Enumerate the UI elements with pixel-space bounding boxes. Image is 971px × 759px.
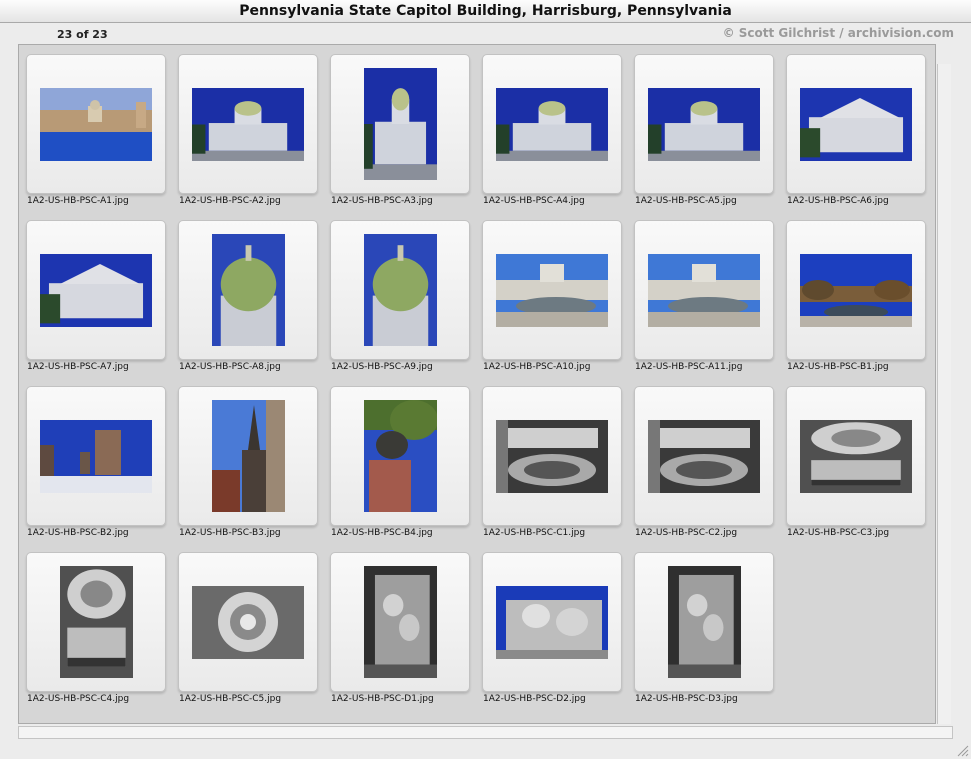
thumbnail-filename: 1A2-US-HB-PSC-C2.jpg: [635, 528, 738, 538]
thumbnail-image[interactable]: [648, 87, 760, 161]
thumbnail-image[interactable]: [496, 419, 608, 493]
thumbnail-item[interactable]: 1A2-US-HB-PSC-C2.jpg: [627, 377, 774, 538]
thumbnail-card[interactable]: [482, 54, 622, 194]
thumbnail-card[interactable]: [178, 552, 318, 692]
thumbnail-filename: 1A2-US-HB-PSC-A7.jpg: [27, 362, 129, 372]
thumbnail-card[interactable]: [330, 54, 470, 194]
thumbnail-filename: 1A2-US-HB-PSC-A9.jpg: [331, 362, 433, 372]
thumbnail-item[interactable]: 1A2-US-HB-PSC-C4.jpg: [19, 543, 166, 704]
thumbnail-filename: 1A2-US-HB-PSC-A2.jpg: [179, 196, 281, 206]
thumbnail-card[interactable]: [482, 386, 622, 526]
thumbnail-card[interactable]: [178, 220, 318, 360]
thumbnail-item[interactable]: 1A2-US-HB-PSC-D3.jpg: [627, 543, 774, 704]
thumbnail-item[interactable]: 1A2-US-HB-PSC-A4.jpg: [475, 45, 622, 206]
thumbnail-filename: 1A2-US-HB-PSC-B1.jpg: [787, 362, 889, 372]
thumbnail-filename: 1A2-US-HB-PSC-C3.jpg: [787, 528, 890, 538]
thumbnail-card[interactable]: [26, 552, 166, 692]
copyright-credit: © Scott Gilchrist / archivision.com: [722, 26, 954, 40]
thumbnail-image[interactable]: [496, 253, 608, 327]
thumbnail-filename: 1A2-US-HB-PSC-B4.jpg: [331, 528, 433, 538]
thumbnail-item[interactable]: 1A2-US-HB-PSC-A10.jpg: [475, 211, 622, 372]
thumbnail-image[interactable]: [363, 234, 437, 346]
image-count: 23 of 23: [57, 28, 108, 41]
thumbnail-image[interactable]: [211, 234, 285, 346]
thumbnail-image[interactable]: [192, 585, 304, 659]
thumbnail-item[interactable]: 1A2-US-HB-PSC-A8.jpg: [171, 211, 318, 372]
thumbnail-filename: 1A2-US-HB-PSC-A1.jpg: [27, 196, 129, 206]
thumbnail-card[interactable]: [26, 386, 166, 526]
thumbnail-item[interactable]: 1A2-US-HB-PSC-A3.jpg: [323, 45, 470, 206]
thumbnail-item[interactable]: 1A2-US-HB-PSC-C3.jpg: [779, 377, 926, 538]
thumbnail-card[interactable]: [330, 552, 470, 692]
thumbnail-image[interactable]: [59, 566, 133, 678]
thumbnail-item[interactable]: 1A2-US-HB-PSC-C1.jpg: [475, 377, 622, 538]
resize-grip-icon[interactable]: [955, 743, 969, 757]
thumbnail-card[interactable]: [482, 552, 622, 692]
thumbnail-image[interactable]: [648, 419, 760, 493]
thumbnail-item[interactable]: 1A2-US-HB-PSC-A9.jpg: [323, 211, 470, 372]
thumbnail-filename: 1A2-US-HB-PSC-C4.jpg: [27, 694, 130, 704]
thumbnail-image[interactable]: [800, 87, 912, 161]
thumbnail-item[interactable]: 1A2-US-HB-PSC-A2.jpg: [171, 45, 318, 206]
thumbnail-filename: 1A2-US-HB-PSC-B3.jpg: [179, 528, 281, 538]
vertical-scrollbar[interactable]: [937, 64, 951, 724]
thumbnail-card[interactable]: [634, 220, 774, 360]
thumbnail-card[interactable]: [634, 54, 774, 194]
thumbnail-filename: 1A2-US-HB-PSC-C1.jpg: [483, 528, 586, 538]
thumbnail-item[interactable]: 1A2-US-HB-PSC-D1.jpg: [323, 543, 470, 704]
thumbnail-image[interactable]: [800, 419, 912, 493]
thumbnail-filename: 1A2-US-HB-PSC-D2.jpg: [483, 694, 586, 704]
thumbnail-image[interactable]: [192, 87, 304, 161]
thumbnail-filename: 1A2-US-HB-PSC-B2.jpg: [27, 528, 129, 538]
thumbnail-filename: 1A2-US-HB-PSC-D1.jpg: [331, 694, 434, 704]
thumbnail-filename: 1A2-US-HB-PSC-C5.jpg: [179, 694, 282, 704]
thumbnail-card[interactable]: [330, 386, 470, 526]
thumbnail-image[interactable]: [496, 585, 608, 659]
thumbnail-item[interactable]: 1A2-US-HB-PSC-B3.jpg: [171, 377, 318, 538]
thumbnail-card[interactable]: [482, 220, 622, 360]
window-title: Pennsylvania State Capitol Building, Har…: [0, 0, 971, 23]
thumbnail-item[interactable]: 1A2-US-HB-PSC-A5.jpg: [627, 45, 774, 206]
thumbnail-item[interactable]: 1A2-US-HB-PSC-A7.jpg: [19, 211, 166, 372]
thumbnail-image[interactable]: [40, 253, 152, 327]
thumbnail-card[interactable]: [634, 386, 774, 526]
thumbnail-card[interactable]: [786, 386, 926, 526]
horizontal-scrollbar[interactable]: [18, 726, 953, 739]
thumbnail-card[interactable]: [178, 386, 318, 526]
thumbnail-filename: 1A2-US-HB-PSC-A5.jpg: [635, 196, 737, 206]
thumbnail-filename: 1A2-US-HB-PSC-A6.jpg: [787, 196, 889, 206]
thumbnail-item[interactable]: 1A2-US-HB-PSC-A6.jpg: [779, 45, 926, 206]
thumbnail-item[interactable]: 1A2-US-HB-PSC-B4.jpg: [323, 377, 470, 538]
thumbnail-image[interactable]: [363, 400, 437, 512]
thumbnail-card[interactable]: [786, 220, 926, 360]
thumbnail-image[interactable]: [211, 400, 285, 512]
thumbnail-item[interactable]: 1A2-US-HB-PSC-B2.jpg: [19, 377, 166, 538]
thumbnail-image[interactable]: [363, 68, 437, 180]
thumbnail-card[interactable]: [26, 220, 166, 360]
thumbnail-card[interactable]: [330, 220, 470, 360]
thumbnail-filename: 1A2-US-HB-PSC-A3.jpg: [331, 196, 433, 206]
thumbnail-item[interactable]: 1A2-US-HB-PSC-D2.jpg: [475, 543, 622, 704]
thumbnail-item[interactable]: 1A2-US-HB-PSC-C5.jpg: [171, 543, 318, 704]
thumbnail-image[interactable]: [800, 253, 912, 327]
thumbnail-item[interactable]: 1A2-US-HB-PSC-A1.jpg: [19, 45, 166, 206]
thumbnail-filename: 1A2-US-HB-PSC-A10.jpg: [483, 362, 591, 372]
thumbnail-image[interactable]: [496, 87, 608, 161]
thumbnail-filename: 1A2-US-HB-PSC-D3.jpg: [635, 694, 738, 704]
thumbnail-filename: 1A2-US-HB-PSC-A11.jpg: [635, 362, 743, 372]
thumbnail-card[interactable]: [786, 54, 926, 194]
thumbnail-card[interactable]: [178, 54, 318, 194]
thumbnail-image[interactable]: [648, 253, 760, 327]
thumbnail-card[interactable]: [26, 54, 166, 194]
thumbnail-grid: 1A2-US-HB-PSC-A1.jpg 1A2-US-HB-PSC-A2.jpg…: [18, 44, 936, 724]
thumbnail-filename: 1A2-US-HB-PSC-A4.jpg: [483, 196, 585, 206]
thumbnail-card[interactable]: [634, 552, 774, 692]
thumbnail-image[interactable]: [363, 566, 437, 678]
thumbnail-item[interactable]: 1A2-US-HB-PSC-A11.jpg: [627, 211, 774, 372]
thumbnail-image[interactable]: [667, 566, 741, 678]
thumbnail-item[interactable]: 1A2-US-HB-PSC-B1.jpg: [779, 211, 926, 372]
thumbnail-image[interactable]: [40, 419, 152, 493]
thumbnail-filename: 1A2-US-HB-PSC-A8.jpg: [179, 362, 281, 372]
thumbnail-image[interactable]: [40, 87, 152, 161]
